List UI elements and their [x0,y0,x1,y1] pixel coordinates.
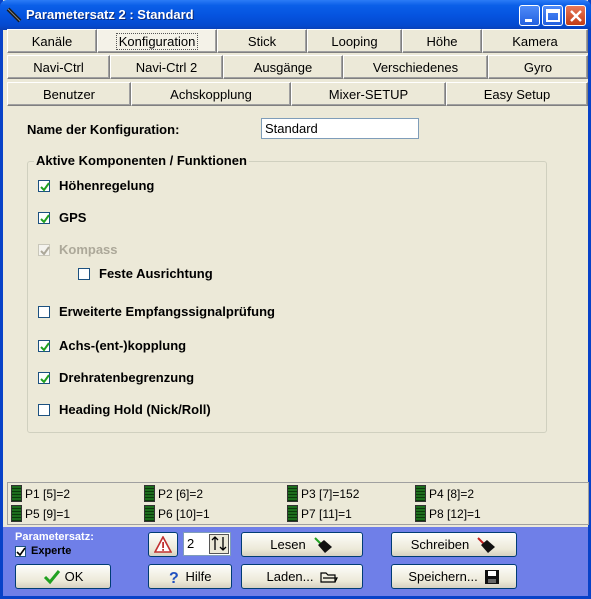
schreiben-button[interactable]: Schreiben [391,532,517,557]
spinner-arrows[interactable] [209,534,229,554]
app-icon [6,7,22,23]
tab-achskopplung[interactable]: Achskopplung [131,82,291,106]
speichern-button[interactable]: Speichern... [391,564,517,589]
parametersatz-label: Parametersatz: [15,531,94,543]
poti-value-p5: P5 [9]=1 [11,505,70,522]
ok-button[interactable]: OK [15,564,111,589]
level-bar-icon [415,505,426,522]
poti-value-p7: P7 [11]=1 [287,505,352,522]
level-bar-icon [11,505,22,522]
maximize-icon [546,9,560,22]
checkbox-hoehenregelung[interactable]: Höhenregelung [38,178,154,193]
tab-easy-setup[interactable]: Easy Setup [446,82,588,106]
config-name-input[interactable] [261,118,419,139]
tab-looping[interactable]: Looping [307,29,402,53]
tab-navi-ctrl-2[interactable]: Navi-Ctrl 2 [110,55,223,79]
minimize-button[interactable] [519,5,540,26]
poti-value-p3: P3 [7]=152 [287,485,359,502]
checkbox-feste-ausrichtung[interactable]: Feste Ausrichtung [78,266,213,281]
level-bar-icon [287,505,298,522]
components-groupbox [27,161,547,433]
tab-mixer-setup[interactable]: Mixer-SETUP [291,82,446,106]
experte-checkbox[interactable]: Experte [15,545,71,557]
up-down-arrows-icon [211,536,227,551]
check-icon [16,547,26,556]
laden-button[interactable]: Laden... [241,564,363,589]
tab-stick[interactable]: Stick [217,29,307,53]
check-icon [40,181,50,192]
level-bar-icon [415,485,426,502]
level-bar-icon [11,485,22,502]
tab-hoehe[interactable]: Höhe [402,29,482,53]
tab-kanaele[interactable]: Kanäle [7,29,97,53]
tab-gyro[interactable]: Gyro [488,55,588,79]
warning-icon [154,536,172,553]
parametersatz-spinner[interactable]: 2 [183,532,231,556]
tab-navi-ctrl[interactable]: Navi-Ctrl [7,55,110,79]
tab-benutzer[interactable]: Benutzer [7,82,131,106]
close-button[interactable] [565,5,586,26]
tab-verschiedenes[interactable]: Verschiedenes [343,55,488,79]
checkbox-kompass: Kompass [38,242,118,257]
check-icon [40,245,50,256]
checkbox-achs-entkopplung[interactable]: Achs-(ent-)kopplung [38,338,186,353]
checkbox-heading-hold[interactable]: Heading Hold (Nick/Roll) [38,402,211,417]
checkmark-icon [43,569,60,584]
checkbox-erweiterte-empfangssignalpruefung[interactable]: Erweiterte Empfangssignalprüfung [38,304,275,319]
poti-value-p6: P6 [10]=1 [144,505,210,522]
components-group-title: Aktive Komponenten / Funktionen [34,153,249,168]
write-arrow-icon [477,536,496,553]
check-icon [40,373,50,384]
floppy-disk-icon [484,569,499,584]
poti-value-p1: P1 [5]=2 [11,485,70,502]
minimize-icon [525,19,532,22]
title-bar[interactable]: Parametersatz 2 : Standard [0,0,591,30]
lesen-button[interactable]: Lesen [241,532,363,557]
tab-konfiguration[interactable]: Konfiguration [97,29,217,53]
folder-open-icon [319,571,338,583]
window-title: Parametersatz 2 : Standard [26,7,194,22]
check-icon [40,213,50,224]
level-bar-icon [287,485,298,502]
checkbox-drehratenbegrenzung[interactable]: Drehratenbegrenzung [38,370,194,385]
warning-button[interactable] [148,532,178,557]
poti-value-p8: P8 [12]=1 [415,505,481,522]
hilfe-button[interactable]: ? Hilfe [148,564,232,589]
svg-text:?: ? [169,570,179,585]
close-icon [570,10,582,22]
checkbox-gps[interactable]: GPS [38,210,86,225]
poti-value-p4: P4 [8]=2 [415,485,474,502]
tab-ausgaenge[interactable]: Ausgänge [223,55,343,79]
parametersatz-number: 2 [187,536,195,551]
tab-kamera[interactable]: Kamera [482,29,588,53]
config-name-label: Name der Konfiguration: [27,122,180,137]
parameter-window: Parametersatz 2 : Standard Kanäle Konfig… [0,0,591,599]
help-icon: ? [169,570,179,585]
check-icon [40,341,50,352]
level-bar-icon [144,505,155,522]
level-bar-icon [144,485,155,502]
maximize-button[interactable] [542,5,563,26]
poti-value-p2: P2 [6]=2 [144,485,203,502]
read-arrow-icon [313,536,332,553]
